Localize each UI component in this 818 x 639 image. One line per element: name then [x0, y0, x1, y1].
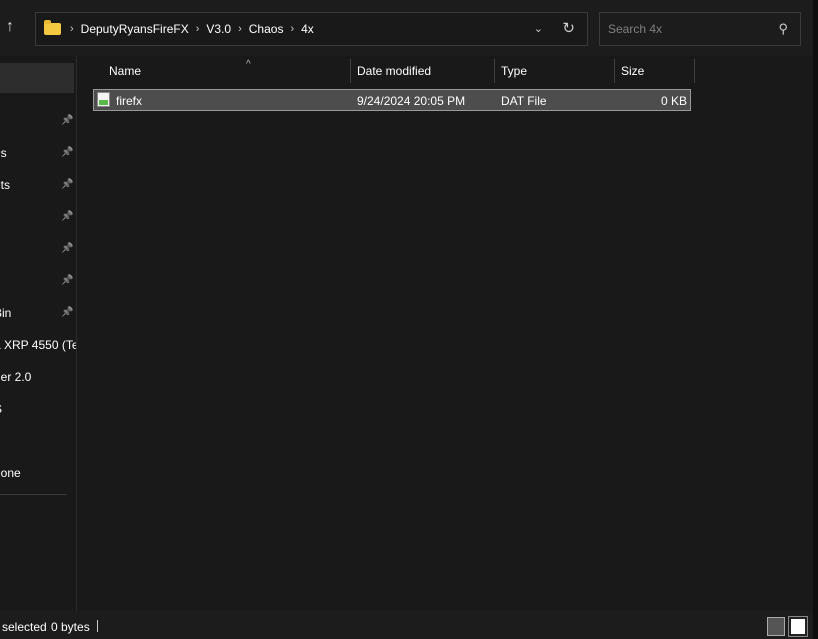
file-type: DAT File [501, 94, 547, 108]
sidebar-item[interactable]: 📌 [0, 274, 76, 294]
status-selected: selected [2, 620, 47, 634]
pin-icon[interactable]: 📌 [61, 243, 73, 254]
sidebar-item-label: S [0, 402, 2, 416]
sidebar-item-label: hone [0, 466, 21, 480]
column-label: Name [109, 64, 142, 78]
address-bar[interactable]: › DeputyRyansFireFX › V3.0 › Chaos › 4x … [35, 12, 588, 46]
column-label: Type [501, 64, 528, 78]
breadcrumb-item[interactable]: DeputyRyansFireFX [81, 22, 189, 36]
divider [0, 494, 67, 495]
pin-icon[interactable]: 📌 [61, 115, 73, 126]
search-input[interactable] [608, 22, 768, 36]
breadcrumb-item[interactable]: V3.0 [206, 22, 231, 36]
pin-icon[interactable]: 📌 [61, 307, 73, 318]
folder-icon [44, 20, 61, 35]
status-bar: selected 0 bytes [0, 611, 813, 639]
sidebar-item[interactable]: ds 📌 [0, 146, 76, 166]
status-divider [97, 620, 98, 632]
refresh-icon[interactable]: ↻ [562, 19, 575, 37]
chevron-down-icon[interactable]: ⌄ [534, 22, 543, 35]
sidebar-selected-item[interactable] [0, 63, 74, 93]
status-bytes: 0 bytes [51, 620, 90, 634]
search-box[interactable]: ⚲ [599, 12, 801, 46]
pin-icon[interactable]: 📌 [61, 179, 73, 190]
chevron-right-icon[interactable]: › [196, 23, 200, 35]
window-edge [813, 0, 818, 639]
column-header-type[interactable]: Type [495, 59, 615, 83]
column-header-name[interactable]: ^ Name [103, 59, 351, 83]
sidebar-item-label: ds [0, 146, 7, 160]
breadcrumb-item[interactable]: Chaos [249, 22, 284, 36]
up-arrow-icon[interactable]: ↑ [6, 18, 22, 38]
pin-icon[interactable]: 📌 [61, 211, 73, 222]
notepad-file-icon [97, 92, 110, 107]
file-name: firefx [116, 94, 143, 108]
pin-icon[interactable]: 📌 [61, 147, 73, 158]
sort-ascending-icon: ^ [246, 59, 251, 70]
sidebar-item[interactable]: 📌 [0, 210, 76, 230]
navigation-pane[interactable]: 📌 ds 📌 nts 📌 📌 📌 📌 Bin 📌 a XRP 4550 (Ter ger 2.0 Sho… [0, 56, 77, 611]
sidebar-item-label: a XRP 4550 (Ter [0, 338, 76, 352]
sidebar-item[interactable]: a XRP 4550 (Ter [0, 338, 76, 358]
column-header-size[interactable]: Size [615, 59, 695, 83]
sidebar-item[interactable]: nts 📌 [0, 178, 76, 198]
column-label: Date modified [357, 64, 432, 78]
sidebar-item[interactable]: Bin 📌 [0, 306, 76, 326]
sidebar-item[interactable]: ger 2.0 [0, 370, 76, 390]
breadcrumb-item[interactable]: 4x [301, 22, 314, 36]
file-date: 9/24/2024 20:05 PM [357, 94, 466, 108]
chevron-right-icon[interactable]: › [70, 23, 74, 35]
file-size: 0 KB [660, 94, 687, 108]
sidebar-item-label: ger 2.0 [0, 370, 32, 384]
sidebar-item[interactable]: 📌 [0, 242, 76, 262]
sidebar-item[interactable]: S [0, 402, 76, 422]
file-list[interactable]: ^ Name Date modified Type Size firefx 9/2… [78, 56, 813, 611]
chevron-right-icon[interactable]: › [290, 23, 294, 35]
sidebar-item[interactable]: hone [0, 466, 76, 486]
sidebar-item-label: nts [0, 178, 11, 192]
file-row[interactable]: firefx 9/24/2024 20:05 PM DAT File 0 KB [93, 89, 691, 111]
toolbar: ↑ › DeputyRyansFireFX › V3.0 › Chaos › 4… [0, 0, 813, 56]
details-view-icon[interactable] [767, 617, 785, 636]
sidebar-item[interactable]: 📌 [0, 114, 76, 134]
search-icon[interactable]: ⚲ [778, 21, 788, 37]
large-icons-view-icon[interactable] [788, 616, 808, 637]
column-label: Size [621, 64, 645, 78]
column-header-date[interactable]: Date modified [351, 59, 495, 83]
pin-icon[interactable]: 📌 [61, 275, 73, 286]
sidebar-item-label: Bin [0, 306, 12, 320]
chevron-right-icon[interactable]: › [238, 23, 242, 35]
